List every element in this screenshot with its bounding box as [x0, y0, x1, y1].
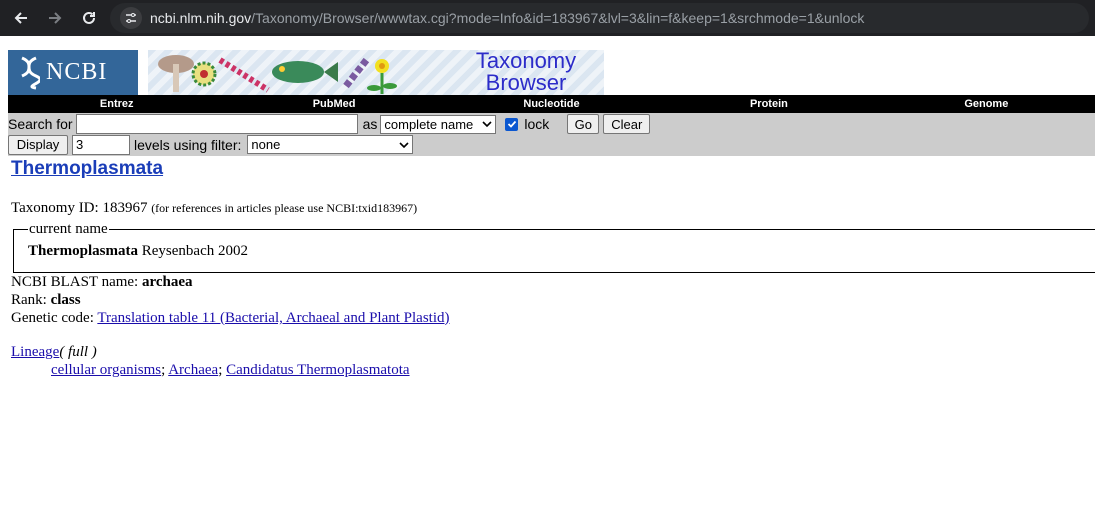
genetic-code-line: Genetic code: Translation table 11 (Bact…: [11, 309, 1095, 327]
current-name-legend: current name: [29, 221, 108, 237]
ncbi-header: NCBI Taxonomy Browser: [0, 42, 1095, 95]
rank-value: class: [50, 292, 81, 308]
current-authority: Reysenbach 2002: [141, 243, 248, 259]
back-button[interactable]: [8, 5, 34, 31]
lock-label: lock: [524, 116, 550, 132]
taxon-content: Thermoplasmata Taxonomy ID: 183967 (for …: [0, 156, 1095, 379]
genetic-code-label: Genetic code:: [11, 310, 94, 326]
clear-button[interactable]: Clear: [603, 114, 651, 134]
entrez-menu: Entrez PubMed Nucleotide Protein Genome: [8, 95, 1095, 113]
blast-label: NCBI BLAST name:: [11, 274, 139, 290]
lineage-full-toggle[interactable]: ( full ): [59, 344, 97, 360]
taxid-label: Taxonomy ID:: [11, 200, 99, 216]
lock-checkbox[interactable]: [505, 117, 519, 131]
banner-title: Taxonomy Browser: [456, 50, 596, 94]
back-arrow-icon: [14, 12, 27, 24]
taxid-value: 183967: [102, 200, 148, 216]
levels-label: levels using filter:: [134, 136, 242, 153]
banner-title-line1: Taxonomy: [475, 50, 577, 73]
blast-name-line: NCBI BLAST name: archaea: [11, 273, 1095, 291]
lineage-link[interactable]: Lineage: [11, 344, 59, 360]
ncbi-logo[interactable]: NCBI: [8, 50, 138, 95]
banner-title-line2: Browser: [485, 70, 567, 95]
url-host: ncbi.nlm.nih.gov: [150, 10, 252, 26]
menu-protein[interactable]: Protein: [660, 98, 877, 110]
taxonomy-banner: Taxonomy Browser: [148, 50, 604, 95]
site-info-icon[interactable]: [120, 7, 142, 29]
search-mode-value: complete name: [384, 116, 474, 132]
reload-icon: [83, 11, 95, 24]
blast-name: archaea: [141, 274, 193, 290]
menu-entrez[interactable]: Entrez: [8, 98, 225, 110]
checkmark-icon: [507, 120, 517, 128]
lineage-heading: Lineage( full ): [11, 343, 1095, 361]
menu-nucleotide[interactable]: Nucleotide: [443, 98, 660, 110]
menu-pubmed[interactable]: PubMed: [225, 98, 442, 110]
as-label: as: [362, 116, 378, 132]
rank-label: Rank:: [11, 292, 47, 308]
search-for-label: Search for: [8, 116, 73, 132]
menu-genome[interactable]: Genome: [878, 98, 1095, 110]
filter-select[interactable]: none: [247, 135, 414, 154]
go-button[interactable]: Go: [567, 114, 600, 134]
ncbi-logo-text: NCBI: [46, 59, 108, 85]
taxid-note: (for references in articles please use N…: [151, 201, 418, 215]
url-path: /Taxonomy/Browser/wwwtax.cgi?mode=Info&i…: [251, 10, 865, 26]
chevron-down-icon: [399, 141, 409, 148]
reload-button[interactable]: [76, 5, 102, 31]
dna-helix-icon: [21, 56, 40, 89]
browser-toolbar: ncbi.nlm.nih.gov/Taxonomy/Browser/wwwtax…: [0, 0, 1095, 36]
lineage-list: cellular organisms; Archaea; Candidatus …: [51, 362, 410, 378]
taxon-title-link[interactable]: Thermoplasmata: [11, 159, 163, 178]
lineage-item[interactable]: cellular organisms: [51, 362, 161, 378]
display-button[interactable]: Display: [8, 134, 68, 155]
organism-collage-image: [158, 55, 397, 94]
search-mode-select[interactable]: complete name: [380, 114, 497, 134]
lineage-item[interactable]: Archaea: [168, 362, 218, 378]
genetic-code-link[interactable]: Translation table 11 (Bacterial, Archaea…: [97, 310, 449, 326]
current-name-box: current name Thermoplasmata Reysenbach 2…: [13, 220, 1095, 273]
rank-line: Rank: class: [11, 291, 1095, 309]
levels-input[interactable]: 3: [72, 134, 130, 155]
filter-value: none: [251, 137, 281, 152]
search-input[interactable]: [75, 114, 358, 134]
search-panel: Search for as complete name lock Go Clea…: [8, 113, 1095, 156]
forward-arrow-icon: [49, 12, 62, 24]
forward-button[interactable]: [42, 5, 68, 31]
taxonomy-id-line: Taxonomy ID: 183967 (for references in a…: [11, 199, 1095, 217]
chevron-down-icon: [482, 121, 492, 128]
current-name: Thermoplasmata: [28, 243, 138, 259]
lineage-item[interactable]: Candidatus Thermoplasmatota: [226, 362, 409, 378]
address-bar[interactable]: ncbi.nlm.nih.gov/Taxonomy/Browser/wwwtax…: [110, 3, 1089, 33]
